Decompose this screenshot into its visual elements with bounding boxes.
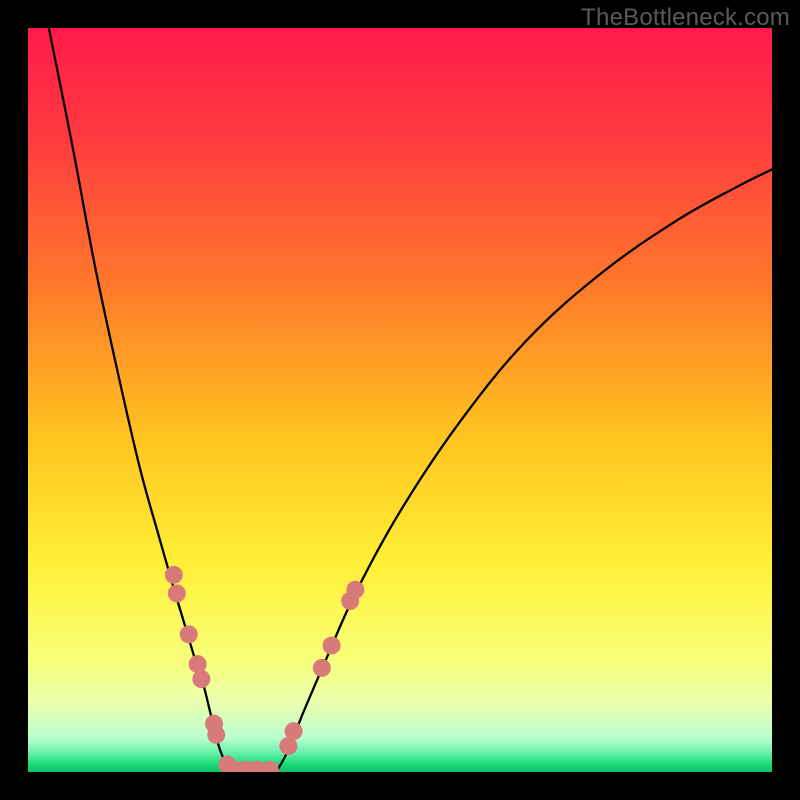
data-point [180,625,198,643]
data-point [165,566,183,584]
data-point [168,584,186,602]
data-point [192,670,210,688]
curves-layer [28,28,772,772]
data-point [323,637,341,655]
data-point [285,722,303,740]
data-point [346,581,364,599]
plot-area [28,28,772,772]
watermark-text: TheBottleneck.com [581,4,790,32]
data-point [313,659,331,677]
chart-frame: TheBottleneck.com [0,0,800,800]
data-point [261,761,279,772]
marker-group [165,566,365,772]
data-point [207,726,225,744]
curve-right [277,169,772,770]
